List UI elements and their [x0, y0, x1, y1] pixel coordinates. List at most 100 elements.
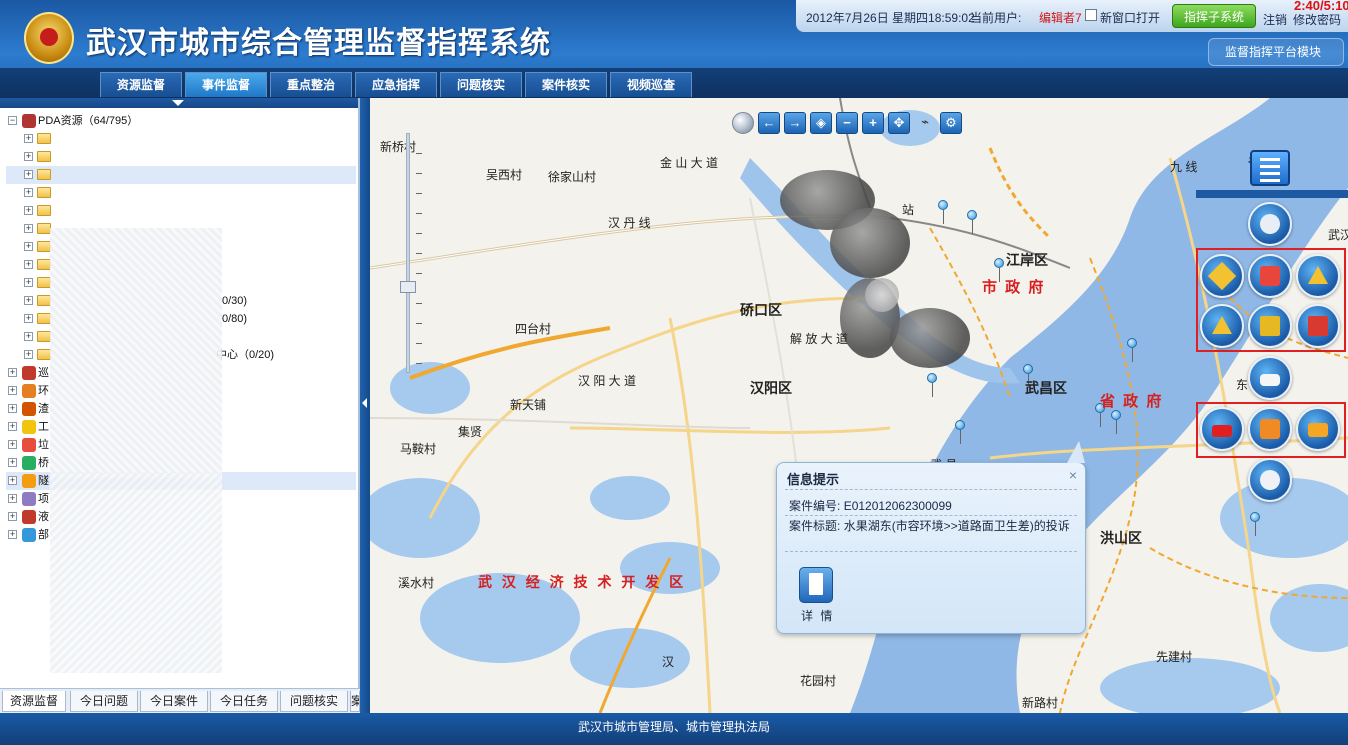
truck-icon[interactable]: [1248, 407, 1292, 451]
case-title: 水果湖东(市容环境>>道路面卫生差)的投诉: [843, 519, 1070, 533]
forward-arrow-icon[interactable]: →: [784, 112, 806, 134]
expand-icon[interactable]: +: [8, 458, 17, 467]
back-arrow-icon[interactable]: ←: [758, 112, 780, 134]
change-password-link[interactable]: 修改密码: [1293, 11, 1341, 28]
tree-folder[interactable]: +: [6, 130, 356, 148]
tab-issue-verify-bottom[interactable]: 问题核实: [280, 691, 348, 712]
expand-icon[interactable]: +: [24, 314, 33, 323]
tab-case-bottom[interactable]: 案: [350, 691, 360, 712]
house-icon[interactable]: [1248, 254, 1292, 298]
tree-root-label: PDA资源（64/795）: [38, 115, 139, 127]
expand-icon[interactable]: +: [24, 278, 33, 287]
expand-icon[interactable]: +: [8, 476, 17, 485]
warning-icon[interactable]: [1296, 254, 1340, 298]
zoom-tick: [416, 273, 422, 274]
expand-icon[interactable]: +: [24, 152, 33, 161]
close-icon[interactable]: ×: [1069, 467, 1077, 483]
expand-icon[interactable]: +: [24, 332, 33, 341]
panel-splitter[interactable]: [360, 98, 370, 713]
tab-resource-monitor[interactable]: 资源监督: [100, 72, 182, 97]
tab-today-tasks[interactable]: 今日任务: [210, 691, 278, 712]
location-pin[interactable]: [955, 420, 965, 444]
event-marker[interactable]: [890, 308, 970, 368]
zoom-tick: [416, 343, 422, 344]
expand-icon[interactable]: +: [24, 242, 33, 251]
globe-icon[interactable]: [732, 112, 754, 134]
danger-sign-icon[interactable]: [1200, 304, 1244, 348]
location-pin[interactable]: [938, 200, 948, 224]
zoom-slider[interactable]: [400, 133, 422, 373]
expand-icon[interactable]: +: [8, 404, 17, 413]
zoom-tick: [416, 363, 422, 364]
expand-icon[interactable]: +: [24, 170, 33, 179]
expand-icon[interactable]: +: [24, 206, 33, 215]
event-marker[interactable]: [830, 208, 910, 278]
tree-folder[interactable]: +: [6, 148, 356, 166]
expand-icon[interactable]: +: [8, 530, 17, 539]
command-subsystem-button[interactable]: 指挥子系统: [1172, 4, 1256, 28]
current-user-label: 当前用户:: [970, 11, 1022, 25]
settings-icon[interactable]: ⚙: [940, 112, 962, 134]
selected-event-marker[interactable]: [865, 278, 899, 312]
tab-case-verify[interactable]: 案件核实: [525, 72, 607, 97]
detail-link[interactable]: 详 情: [801, 607, 834, 624]
popup-pointer: [1067, 441, 1085, 463]
officer-icon[interactable]: [1248, 458, 1292, 502]
map-view[interactable]: 新桥村 吴西村 徐家山村 金 山 大 道 汉 丹 线 硚口区 四台村 江岸区 市…: [370, 98, 1348, 713]
expand-icon[interactable]: +: [24, 134, 33, 143]
expand-icon[interactable]: +: [8, 386, 17, 395]
tab-key-rectification[interactable]: 重点整治: [270, 72, 352, 97]
location-pin[interactable]: [1127, 338, 1137, 362]
department-icon: [22, 528, 36, 542]
expand-icon[interactable]: +: [24, 188, 33, 197]
full-extent-icon[interactable]: ◈: [810, 112, 832, 134]
tab-event-monitor[interactable]: 事件监督: [185, 72, 267, 97]
collapse-icon[interactable]: −: [8, 116, 17, 125]
location-pin[interactable]: [1111, 410, 1121, 434]
expand-icon[interactable]: +: [24, 260, 33, 269]
zoom-track[interactable]: [406, 133, 410, 373]
police-car-icon[interactable]: [1248, 356, 1292, 400]
expand-icon[interactable]: +: [8, 422, 17, 431]
tab-video-patrol[interactable]: 视频巡查: [610, 72, 692, 97]
document-icon[interactable]: [1250, 150, 1290, 186]
zoom-out-icon[interactable]: −: [836, 112, 858, 134]
zoom-tick: [416, 173, 422, 174]
logout-link[interactable]: 注销: [1263, 11, 1287, 28]
location-pin[interactable]: [994, 258, 1004, 282]
measure-icon[interactable]: ⌁: [914, 112, 936, 134]
expand-icon[interactable]: +: [8, 512, 17, 521]
expand-icon[interactable]: +: [8, 368, 17, 377]
tree-folder[interactable]: +: [6, 184, 356, 202]
tab-issue-verify[interactable]: 问题核实: [440, 72, 522, 97]
tree-folder[interactable]: +: [6, 166, 356, 184]
platform-module-button[interactable]: 监督指挥平台模块: [1208, 38, 1344, 66]
tab-resource-monitor-bottom[interactable]: 资源监督: [2, 691, 66, 712]
expand-icon[interactable]: +: [8, 494, 17, 503]
document-detail-icon[interactable]: [799, 567, 833, 603]
tab-today-issues[interactable]: 今日问题: [70, 691, 138, 712]
new-window-checkbox[interactable]: [1085, 9, 1097, 21]
camera-icon[interactable]: [1248, 202, 1292, 246]
tree-folder[interactable]: +: [6, 202, 356, 220]
tree-root[interactable]: − PDA资源（64/795）: [6, 112, 356, 130]
collapse-panel-toggle[interactable]: [0, 98, 358, 108]
location-pin[interactable]: [1250, 512, 1260, 536]
tab-emergency-command[interactable]: 应急指挥: [355, 72, 437, 97]
zoom-in-icon[interactable]: +: [862, 112, 884, 134]
location-pin[interactable]: [927, 373, 937, 397]
worker-icon[interactable]: [1200, 254, 1244, 298]
location-pin[interactable]: [967, 210, 977, 234]
expand-icon[interactable]: +: [24, 224, 33, 233]
pan-icon[interactable]: ✥: [888, 112, 910, 134]
expand-icon[interactable]: +: [24, 350, 33, 359]
garbage-truck-icon[interactable]: [1296, 407, 1340, 451]
excavator-icon[interactable]: [1248, 304, 1292, 348]
tab-today-cases[interactable]: 今日案件: [140, 691, 208, 712]
fire-truck-icon[interactable]: [1200, 407, 1244, 451]
location-pin[interactable]: [1023, 364, 1033, 388]
fire-house-icon[interactable]: [1296, 304, 1340, 348]
zoom-knob[interactable]: [400, 281, 416, 293]
expand-icon[interactable]: +: [8, 440, 17, 449]
expand-icon[interactable]: +: [24, 296, 33, 305]
